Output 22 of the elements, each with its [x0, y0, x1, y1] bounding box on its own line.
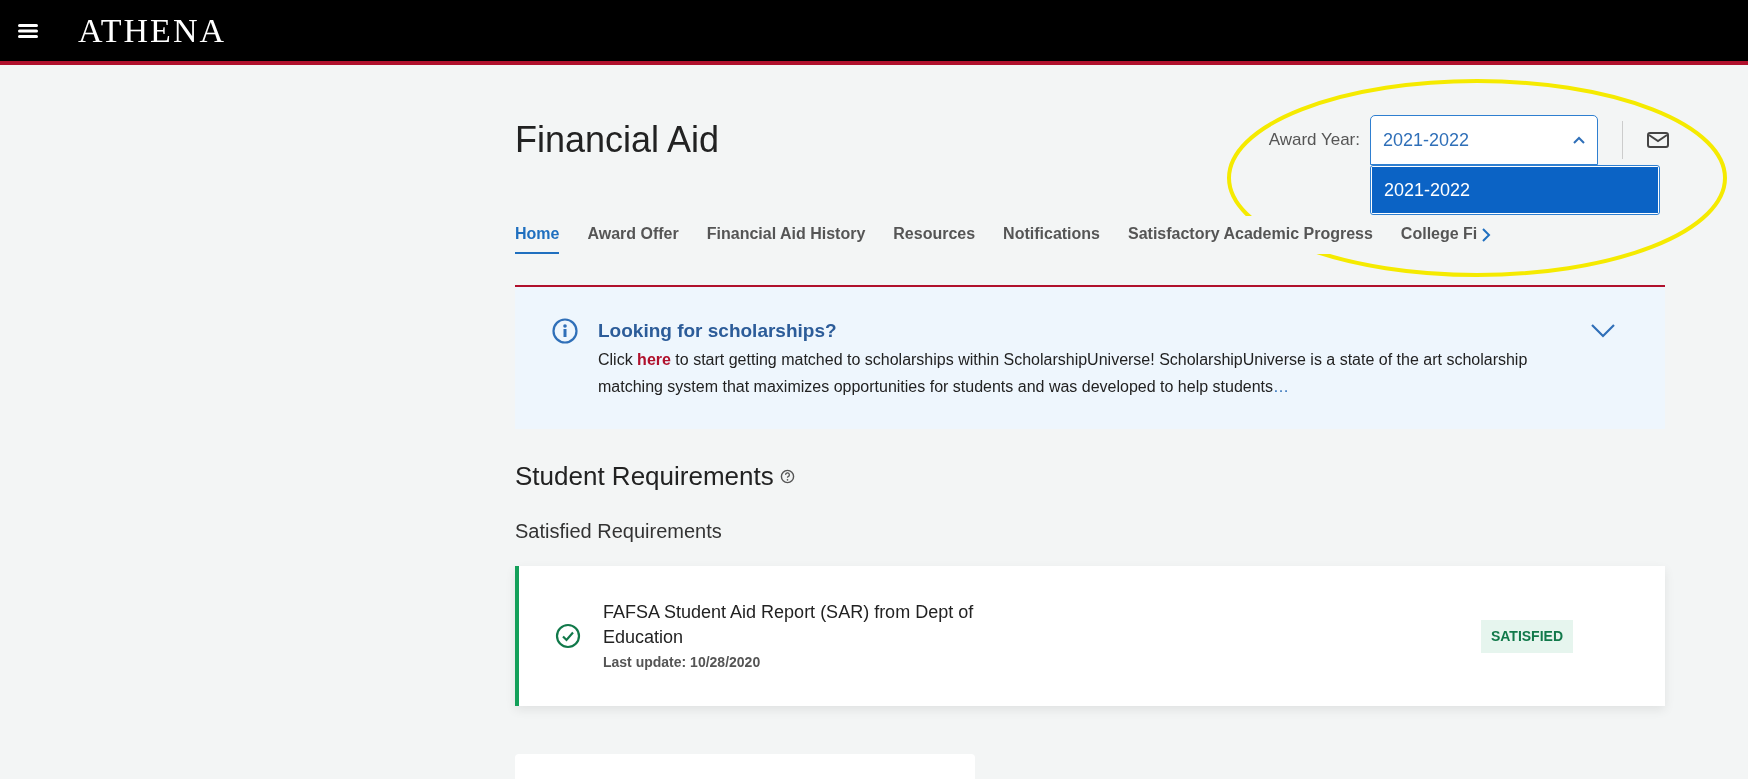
status-badge: SATISFIED: [1480, 619, 1573, 653]
mail-icon[interactable]: [1647, 132, 1669, 148]
requirement-title: FAFSA Student Aid Report (SAR) from Dept of Education: [603, 600, 975, 649]
chevron-icon: [1573, 136, 1585, 144]
last-update: Last update: 10/28/2020: [603, 652, 762, 672]
brand-logo[interactable]: ATHENA: [78, 13, 226, 48]
chevron-icon[interactable]: [1590, 323, 1616, 339]
dropdown-option[interactable]: 2021-2022: [1372, 167, 1658, 213]
help-icon[interactable]: [779, 469, 795, 484]
section-title: Student Requirements: [515, 460, 774, 493]
page-title: Financial Aid: [515, 118, 720, 162]
menu-icon[interactable]: [18, 22, 38, 39]
info-icon: [552, 318, 578, 344]
check-circle-icon: [555, 623, 581, 649]
award-year-select[interactable]: 2021-2022: [1370, 115, 1598, 165]
award-year-label: Award Year:: [1268, 129, 1360, 152]
here-link[interactable]: here: [637, 350, 671, 368]
scroll-right-icon[interactable]: [1481, 227, 1492, 243]
banner-title: Looking for scholarships?: [598, 319, 838, 343]
nav-tab[interactable]: Satisfactory Academic Progress: [1128, 216, 1373, 254]
banner-text: Click here to start getting matched to scholarships within ScholarshipUniverse! ScholarshipUniverse is a state of the art scholarship matching system that maximizes opportunities for students and was developed to help students…: [598, 349, 1529, 397]
section-subtitle: Satisfied Requirements: [515, 519, 723, 544]
